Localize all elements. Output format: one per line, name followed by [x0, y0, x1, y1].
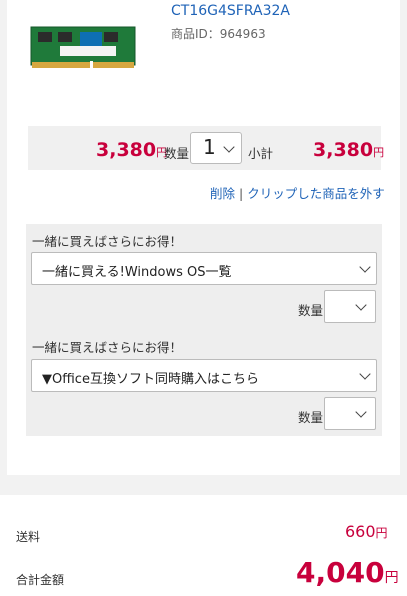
chevron-down-icon: [359, 261, 371, 273]
chevron-down-icon: [355, 406, 367, 418]
subtotal-price: 3,380円: [313, 139, 384, 161]
quantity-value: 1: [203, 135, 216, 159]
action-separator: |: [239, 186, 244, 201]
shipping-label: 送料: [16, 530, 41, 544]
bundle-select-1-text: 一緒に買える!Windows OS一覧: [42, 265, 232, 280]
bundle-label-2: 一緒に買えばさらにお得！: [32, 340, 183, 355]
shipping-amount: 660: [345, 522, 376, 541]
delete-link[interactable]: 削除: [210, 186, 235, 201]
unit-price-value: 3,380: [96, 139, 157, 161]
bundle-qty-select-2[interactable]: [324, 397, 376, 430]
unit-price: 3,380円: [96, 139, 167, 161]
product-name[interactable]: CT16G4SFRA32A: [171, 3, 290, 19]
shipping-value: 660円: [345, 522, 388, 541]
subtotal-yen: 円: [373, 146, 385, 159]
total-yen: 円: [384, 570, 399, 586]
bundle-select-windows-os[interactable]: 一緒に買える!Windows OS一覧: [31, 252, 377, 285]
bundle-label-1: 一緒に買えばさらにお得！: [32, 234, 183, 249]
total-amount: 4,040: [296, 556, 385, 589]
quantity-select[interactable]: 1: [190, 132, 242, 164]
chevron-down-icon: [359, 368, 371, 380]
chevron-down-icon: [223, 141, 235, 153]
shipping-yen: 円: [375, 526, 388, 540]
bundle-qty-label-1: 数量: [298, 303, 324, 318]
subtotal-label: 小計: [248, 146, 274, 161]
remove-clip-link[interactable]: クリップした商品を外す: [247, 186, 385, 201]
subtotal-value: 3,380: [313, 139, 374, 161]
bundle-select-office[interactable]: ▼Office互換ソフト同時購入はこちら: [31, 359, 377, 392]
bundle-qty-label-2: 数量: [298, 410, 324, 425]
total-label: 合計金額: [16, 573, 65, 587]
total-value: 4,040円: [296, 556, 399, 589]
bundle-qty-select-1[interactable]: [324, 290, 376, 323]
product-id: 商品ID：964963: [171, 27, 266, 41]
quantity-label: 数量: [164, 146, 190, 161]
bundle-select-2-text: ▼Office互換ソフト同時購入はこちら: [42, 372, 259, 387]
chevron-down-icon: [355, 299, 367, 311]
item-actions: 削除 | クリップした商品を外す: [210, 183, 385, 202]
product-image[interactable]: [30, 26, 136, 76]
